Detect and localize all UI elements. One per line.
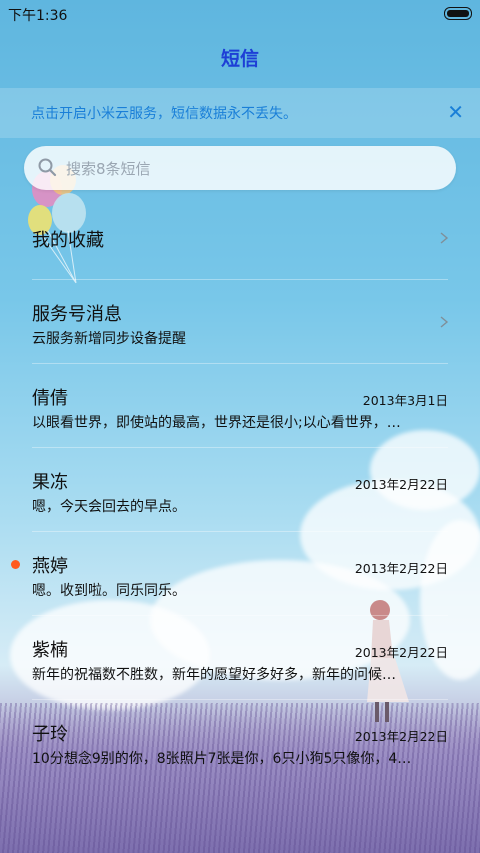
status-time: 下午1:36 [8,8,68,24]
conversation-row[interactable]: 果冻 2013年2月22日 嗯，今天会回去的早点。 [0,448,480,532]
unread-indicator [11,560,20,569]
service-title: 服务号消息 [32,304,122,325]
message-date: 2013年2月22日 [354,561,448,576]
chevron-right-icon [440,232,449,244]
contact-name: 紫楠 [32,640,68,661]
banner-text[interactable]: 点击开启小米云服务，短信数据永不丢失。 [31,103,297,123]
message-preview: 10分想念9别的你，8张照片7张是你，6只小狗5只像你，4… [32,751,412,767]
status-bar: 下午1:36 [0,0,480,28]
contact-name: 子玲 [32,724,68,745]
message-date: 2013年2月22日 [354,477,448,492]
chevron-right-icon [440,316,449,328]
message-preview: 新年的祝福数不胜数，新年的愿望好多好多，新年的问候… [32,667,396,683]
page-title: 短信 [220,48,259,70]
battery-icon [444,7,472,20]
favorites-label: 我的收藏 [32,230,104,251]
search-bar[interactable] [24,146,456,192]
contact-name: 果冻 [32,472,68,493]
message-preview: 嗯，今天会回去的早点。 [32,499,186,515]
conversation-row[interactable]: 子玲 2013年2月22日 10分想念9别的你，8张照片7张是你，6只小狗5只像… [0,700,480,784]
service-subtitle: 云服务新增同步设备提醒 [32,331,186,347]
cloud-service-banner[interactable]: 点击开启小米云服务，短信数据永不丢失。 ✕ [0,88,480,138]
search-icon [38,158,57,177]
conversation-row[interactable]: 紫楠 2013年2月22日 新年的祝福数不胜数，新年的愿望好多好多，新年的问候… [0,616,480,700]
close-icon[interactable]: ✕ [447,100,464,124]
message-preview: 嗯。收到啦。同乐同乐。 [32,583,186,599]
service-messages-row[interactable]: 服务号消息 云服务新增同步设备提醒 [0,280,480,364]
conversation-row[interactable]: 倩倩 2013年3月1日 以眼看世界，即使站的最高，世界还是很小;以心看世界，… [0,364,480,448]
search-input[interactable] [64,146,448,192]
contact-name: 倩倩 [32,388,68,409]
message-preview: 以眼看世界，即使站的最高，世界还是很小;以心看世界，… [32,415,401,431]
conversation-row[interactable]: 燕婷 2013年2月22日 嗯。收到啦。同乐同乐。 [0,532,480,616]
favorites-row[interactable]: 我的收藏 [0,196,480,280]
contact-name: 燕婷 [32,556,68,577]
message-date: 2013年2月22日 [354,729,448,744]
message-date: 2013年3月1日 [362,393,448,408]
message-date: 2013年2月22日 [354,645,448,660]
